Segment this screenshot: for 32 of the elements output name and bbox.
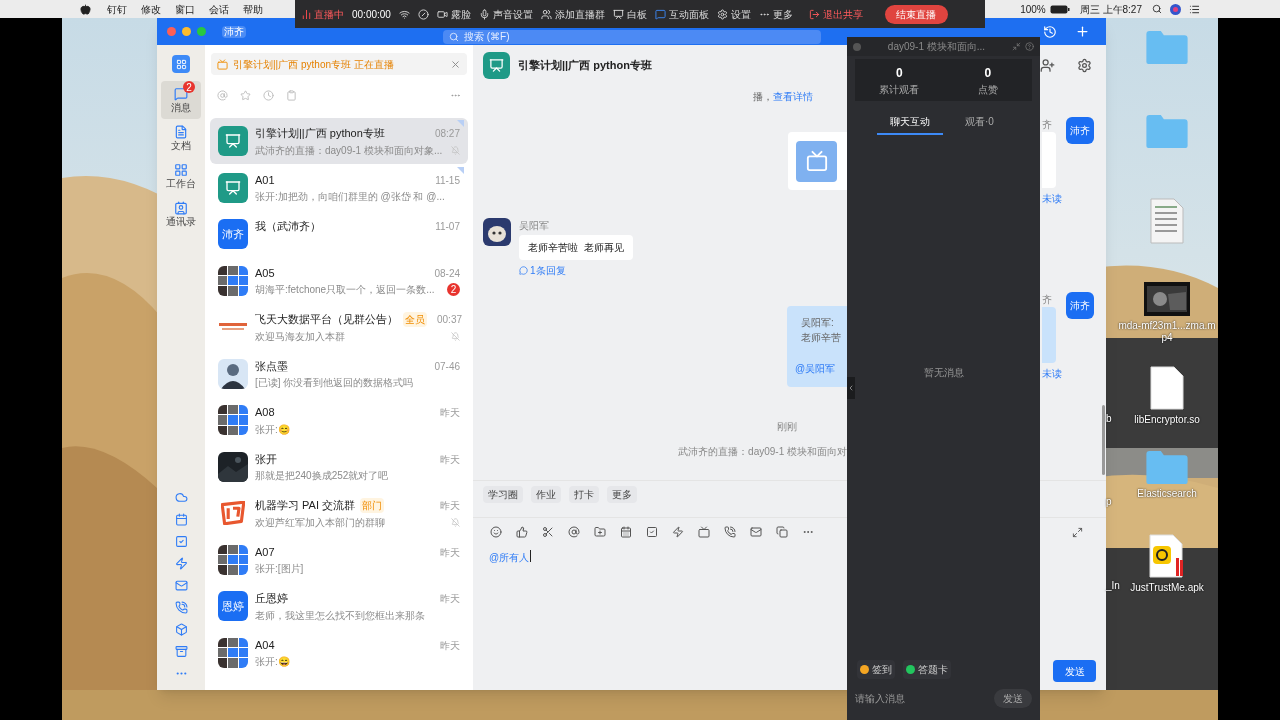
chat-icon: [654, 8, 666, 20]
toolbar-button[interactable]: 声音设置: [478, 6, 533, 22]
siri-icon[interactable]: [1170, 3, 1181, 15]
people-icon: [540, 8, 552, 20]
toolbar-button[interactable]: 添加直播群: [540, 6, 605, 22]
battery-icon: [1049, 4, 1070, 14]
toolbar-button[interactable]: 白板: [612, 6, 647, 22]
whiteboard-icon: [612, 8, 624, 20]
live-timer: 00:00:00: [352, 7, 391, 22]
toolbar-button[interactable]: 互动面板: [654, 6, 709, 22]
search-icon[interactable]: [1152, 4, 1162, 14]
apple-icon[interactable]: [80, 3, 91, 15]
menu-item[interactable]: 钉钉: [107, 1, 127, 17]
menu-item[interactable]: 帮助: [243, 1, 263, 17]
mic-icon: [478, 8, 490, 20]
exit-icon: [808, 8, 820, 20]
menu-item[interactable]: 窗口: [175, 1, 195, 17]
toolbar-button[interactable]: 更多: [758, 6, 793, 22]
menu-item[interactable]: 修改: [141, 1, 161, 17]
menu-clock: 周三 上午8:27: [1079, 2, 1142, 17]
menu-item[interactable]: 会话: [209, 1, 229, 17]
slash-icon[interactable]: [417, 8, 429, 20]
battery-percent: 100%: [1020, 2, 1046, 17]
list-icon[interactable]: [1189, 3, 1200, 15]
video-icon: [436, 8, 448, 20]
live-icon: [301, 8, 312, 20]
wifi-icon: [398, 8, 410, 20]
live-status: 直播中: [314, 7, 344, 22]
toolbar-button[interactable]: 设置: [716, 6, 751, 22]
exit-share-button[interactable]: 退出共享: [808, 6, 863, 22]
settings-icon: [716, 8, 728, 20]
toolbar-button[interactable]: 露脸: [436, 6, 471, 22]
